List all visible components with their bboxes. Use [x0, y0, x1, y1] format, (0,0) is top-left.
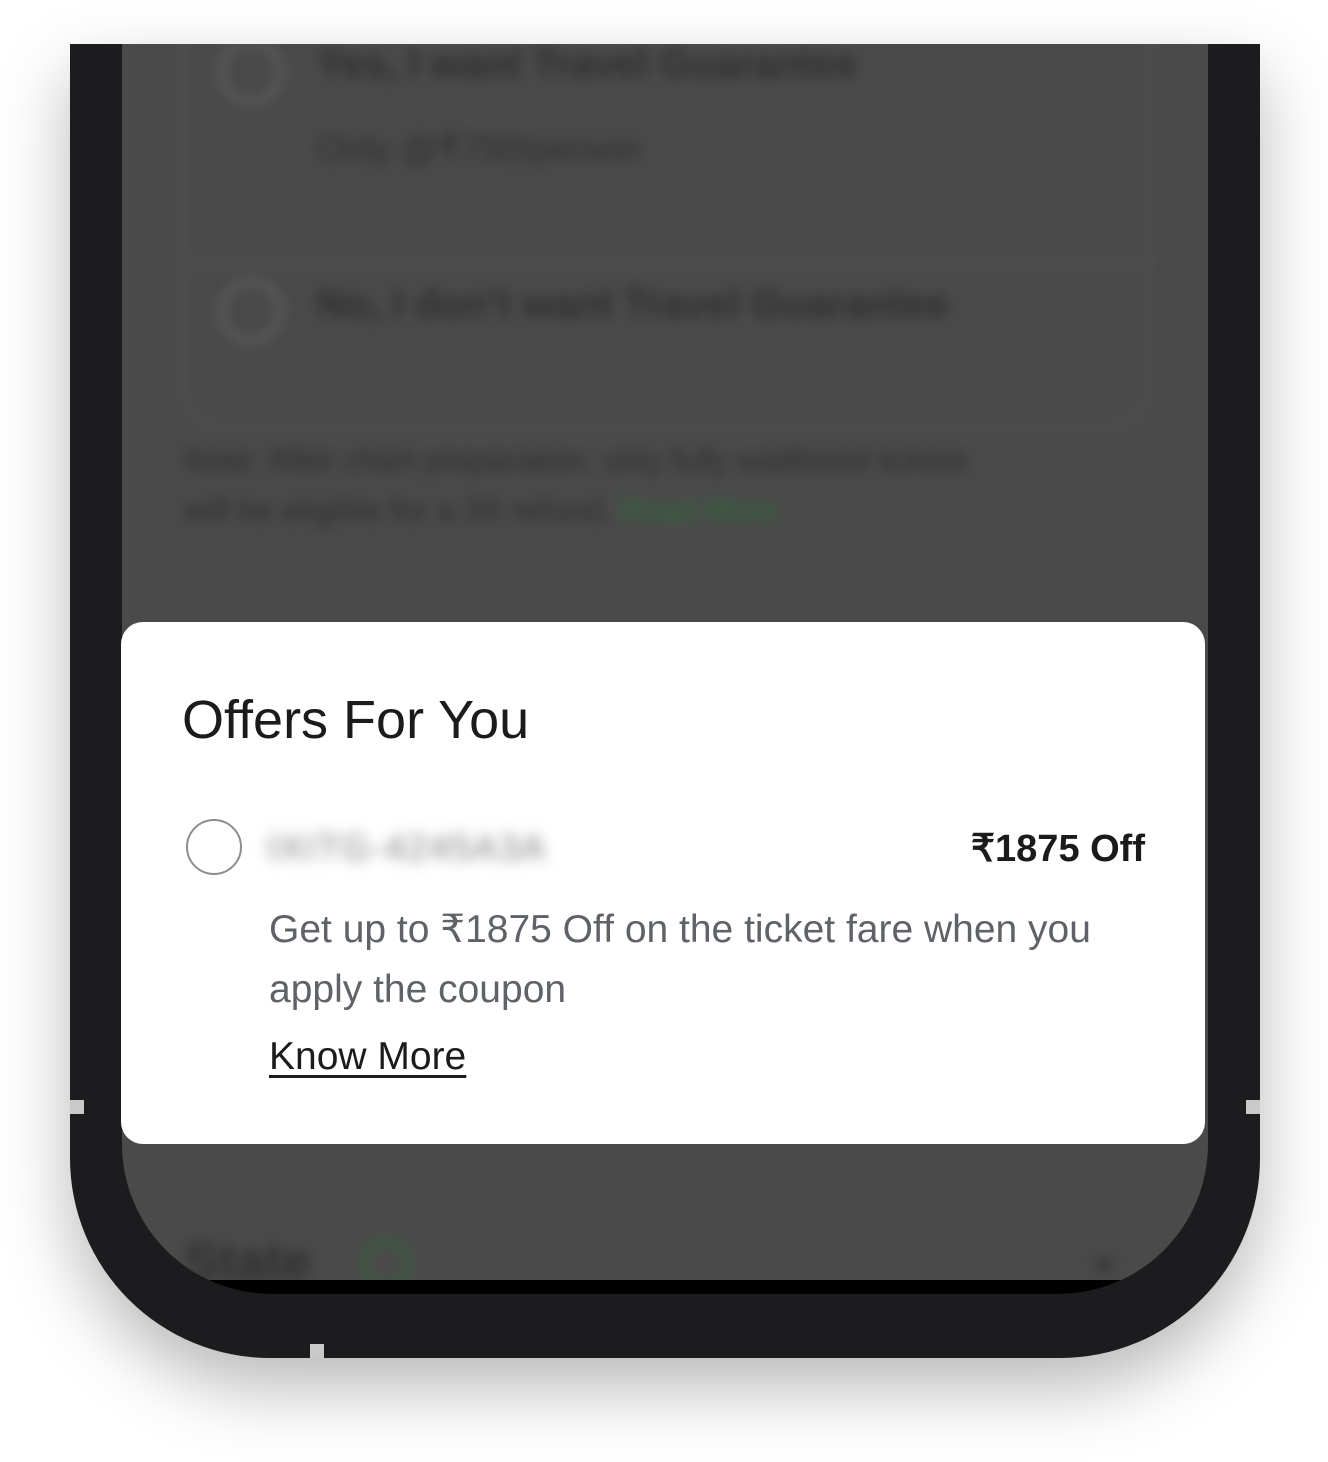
radio-unchecked-icon[interactable] [186, 819, 242, 875]
coupon-description: Get up to ₹1875 Off on the ticket fare w… [269, 908, 1091, 1011]
coupon-code: IXITG-4245A3A [267, 827, 548, 868]
card-divider [182, 262, 1146, 264]
phone-bottom-notch [310, 1344, 324, 1358]
coupon-discount: ₹1875 Off [970, 828, 1145, 870]
screen-bottom-edge [122, 1280, 1208, 1294]
travel-guarantee-card [182, 44, 1150, 428]
phone-side-notch-left [70, 1100, 84, 1114]
no-radio-icon[interactable] [219, 279, 283, 343]
yes-option-label[interactable]: Yes, I want Travel Guarantee [317, 44, 857, 87]
offers-bottom-sheet: Offers For You IXITG-4245A3A ₹1875 Off G… [121, 622, 1205, 1144]
read-more-link[interactable]: Read More [620, 492, 778, 528]
phone-side-notch-right [1246, 1100, 1260, 1114]
no-option-label[interactable]: No, I don't want Travel Guarantee [317, 282, 949, 327]
refund-note-line1: Note: After chart preparation, only full… [184, 442, 969, 478]
offers-title: Offers For You [182, 690, 530, 750]
chevron-down-icon[interactable]: ⌄ [1082, 1224, 1126, 1284]
refund-note-text: will be eligible for a 3X refund. [184, 492, 611, 528]
yes-option-price: Only @₹750/person [317, 128, 641, 169]
know-more-link[interactable]: Know More [269, 1035, 466, 1079]
refund-note-line2: will be eligible for a 3X refund. Read M… [184, 492, 778, 529]
